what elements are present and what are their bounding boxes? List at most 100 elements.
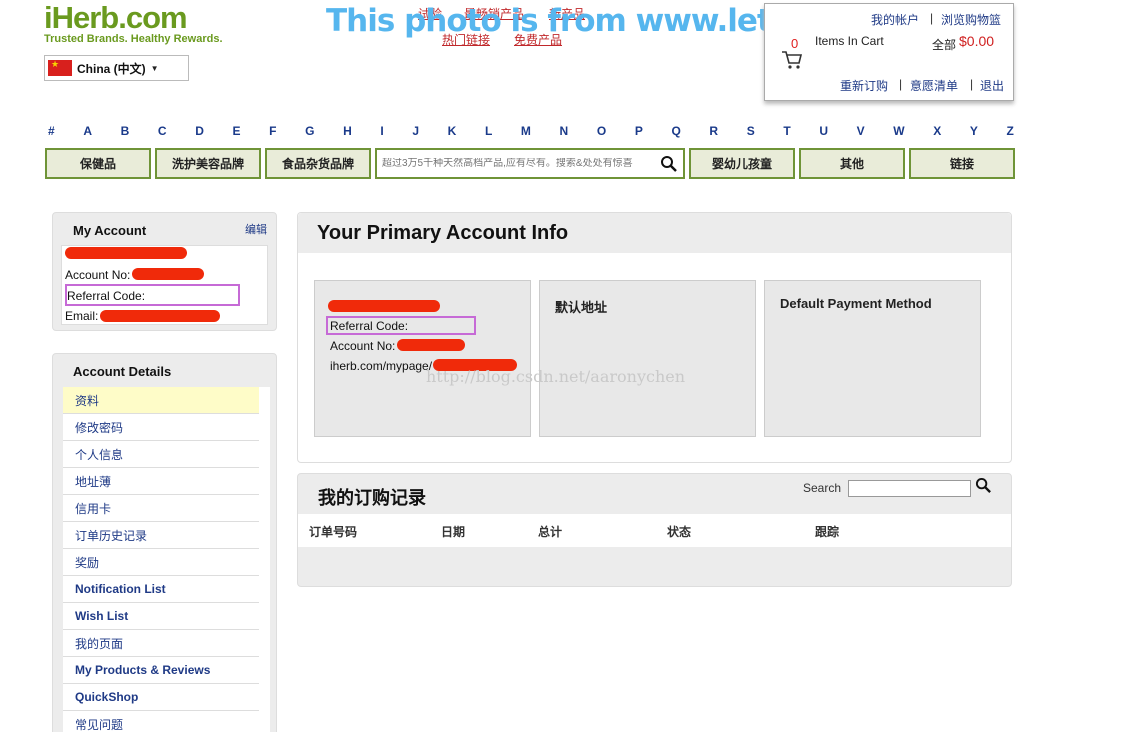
tagline: Trusted Brands. Healthy Rewards. (44, 33, 223, 45)
order-search-label: Search (803, 481, 842, 495)
account-menu-item[interactable]: 订单历史记录 (63, 522, 259, 549)
browse-cart-link[interactable]: 浏览购物篮 (941, 11, 1001, 28)
payment-method-title: Default Payment Method (780, 296, 932, 311)
iherb-logo[interactable]: iHerb.com (44, 2, 188, 34)
alpha-link-t[interactable]: T (783, 124, 790, 138)
separator: | (899, 77, 903, 91)
orders-panel: 我的订购记录 Search (297, 473, 1012, 587)
account-menu-item[interactable]: 我的页面 (63, 630, 259, 657)
account-menu-item[interactable]: 信用卡 (63, 495, 259, 522)
total-label: 全部 (932, 38, 957, 52)
account-menu-item[interactable]: 修改密码 (63, 414, 259, 441)
alpha-link-a[interactable]: A (83, 124, 92, 138)
alpha-link-q[interactable]: Q (671, 124, 680, 138)
alpha-link-r[interactable]: R (709, 124, 718, 138)
alpha-link-v[interactable]: V (857, 124, 865, 138)
alphabet-index: # A B C D E F G H I J K L M N O P Q R S T U V W X Y Z (48, 124, 1014, 138)
email-label: Email: (65, 309, 99, 323)
alpha-link-k[interactable]: K (448, 124, 457, 138)
alpha-link-g[interactable]: G (305, 124, 314, 138)
alpha-link-o[interactable]: O (597, 124, 606, 138)
alpha-link-e[interactable]: E (233, 124, 241, 138)
account-menu-item[interactable]: 奖励 (63, 549, 259, 576)
my-account-title: My Account (73, 223, 147, 238)
account-menu-item[interactable]: Notification List (63, 576, 259, 603)
alpha-link-hash[interactable]: # (48, 124, 55, 138)
nav-baby[interactable]: 婴幼儿孩童 (689, 148, 795, 179)
separator: | (930, 11, 934, 25)
default-address-title: 默认地址 (555, 300, 608, 315)
col-tracking: 跟踪 (815, 525, 840, 539)
wishlist-link[interactable]: 意愿清单 (910, 77, 958, 94)
alpha-link-n[interactable]: N (560, 124, 569, 138)
alpha-link-b[interactable]: B (121, 124, 130, 138)
default-address-card: 默认地址 (539, 280, 756, 437)
account-menu-item[interactable]: 常见问题 (63, 711, 259, 732)
alpha-link-d[interactable]: D (195, 124, 204, 138)
redacted-account-no (397, 339, 465, 351)
alpha-link-x[interactable]: X (933, 124, 941, 138)
alpha-link-f[interactable]: F (269, 124, 276, 138)
logout-link[interactable]: 退出 (980, 77, 1004, 94)
referral-code-label: Referral Code: (67, 289, 146, 303)
col-status: 状态 (667, 525, 692, 539)
account-details-title: Account Details (73, 364, 172, 379)
redacted-name (65, 247, 187, 259)
alpha-link-l[interactable]: L (485, 124, 492, 138)
csdn-watermark: http://blog.csdn.net/aaronychen (426, 367, 686, 386)
country-select[interactable]: China (中文) ▼ (44, 55, 189, 81)
orders-header-row (298, 514, 1011, 547)
account-menu-item[interactable]: 地址薄 (63, 468, 259, 495)
nav-supplements[interactable]: 保健品 (45, 148, 151, 179)
my-account-link[interactable]: 我的帐户 (871, 11, 919, 28)
product-search-input[interactable] (382, 158, 658, 169)
account-menu-item[interactable]: 个人信息 (63, 441, 259, 468)
alpha-link-c[interactable]: C (158, 124, 167, 138)
alpha-link-y[interactable]: Y (970, 124, 978, 138)
china-flag-icon (48, 59, 72, 76)
col-order-number: 订单号码 (309, 525, 358, 539)
payment-method-card: Default Payment Method (764, 280, 981, 437)
alpha-link-s[interactable]: S (747, 124, 755, 138)
primary-info-panel: Your Primary Account Info Referral Code:… (297, 212, 1012, 463)
alpha-link-z[interactable]: Z (1007, 124, 1014, 138)
account-menu-item[interactable]: 资料 (63, 387, 259, 414)
account-details-panel: Account Details 资料 修改密码 个人信息 地址薄 信用卡 订单历史记录 奖励… (52, 353, 277, 732)
account-no-label: Account No: (65, 268, 131, 282)
my-account-panel: My Account 编辑 Account No: Referral Code:… (52, 212, 277, 331)
col-total: 总计 (538, 525, 563, 539)
country-label: China (中文) (77, 61, 146, 76)
nav-links[interactable]: 链接 (909, 148, 1015, 179)
nav-grocery[interactable]: 食品杂货品牌 (265, 148, 371, 179)
col-date: 日期 (441, 525, 466, 539)
account-menu-item[interactable]: My Products & Reviews (63, 657, 259, 684)
redacted-email (100, 310, 220, 322)
alpha-link-p[interactable]: P (635, 124, 643, 138)
mypage-link[interactable]: iherb.com/mypage/ (330, 359, 432, 373)
alpha-link-h[interactable]: H (343, 124, 352, 138)
redacted-account-no (132, 268, 204, 280)
items-in-cart-label: Items In Cart (815, 34, 884, 48)
chevron-down-icon: ▼ (150, 63, 159, 73)
my-account-info: Account No: Referral Code: Email: (61, 245, 268, 325)
order-search-input[interactable] (848, 480, 971, 497)
total-value: $0.00 (959, 33, 995, 49)
account-menu-item[interactable]: Wish List (63, 603, 259, 630)
account-menu-item[interactable]: QuickShop (63, 684, 259, 711)
referral-code-label: Referral Code: (330, 319, 409, 333)
nav-other[interactable]: 其他 (799, 148, 905, 179)
edit-link[interactable]: 编辑 (245, 221, 267, 237)
account-card: Referral Code: Account No: iherb.com/myp… (314, 280, 531, 437)
alpha-link-w[interactable]: W (893, 124, 904, 138)
reorder-link[interactable]: 重新订购 (840, 77, 888, 94)
shopping-cart-icon[interactable] (781, 48, 803, 70)
search-icon[interactable] (660, 155, 678, 173)
alpha-link-m[interactable]: M (521, 124, 531, 138)
alpha-link-u[interactable]: U (819, 124, 828, 138)
redacted-name (328, 300, 440, 312)
product-search (375, 148, 685, 179)
alpha-link-j[interactable]: J (412, 124, 419, 138)
search-icon[interactable] (975, 477, 992, 494)
nav-beauty[interactable]: 洗护美容品牌 (155, 148, 261, 179)
alpha-link-i[interactable]: I (380, 124, 383, 138)
